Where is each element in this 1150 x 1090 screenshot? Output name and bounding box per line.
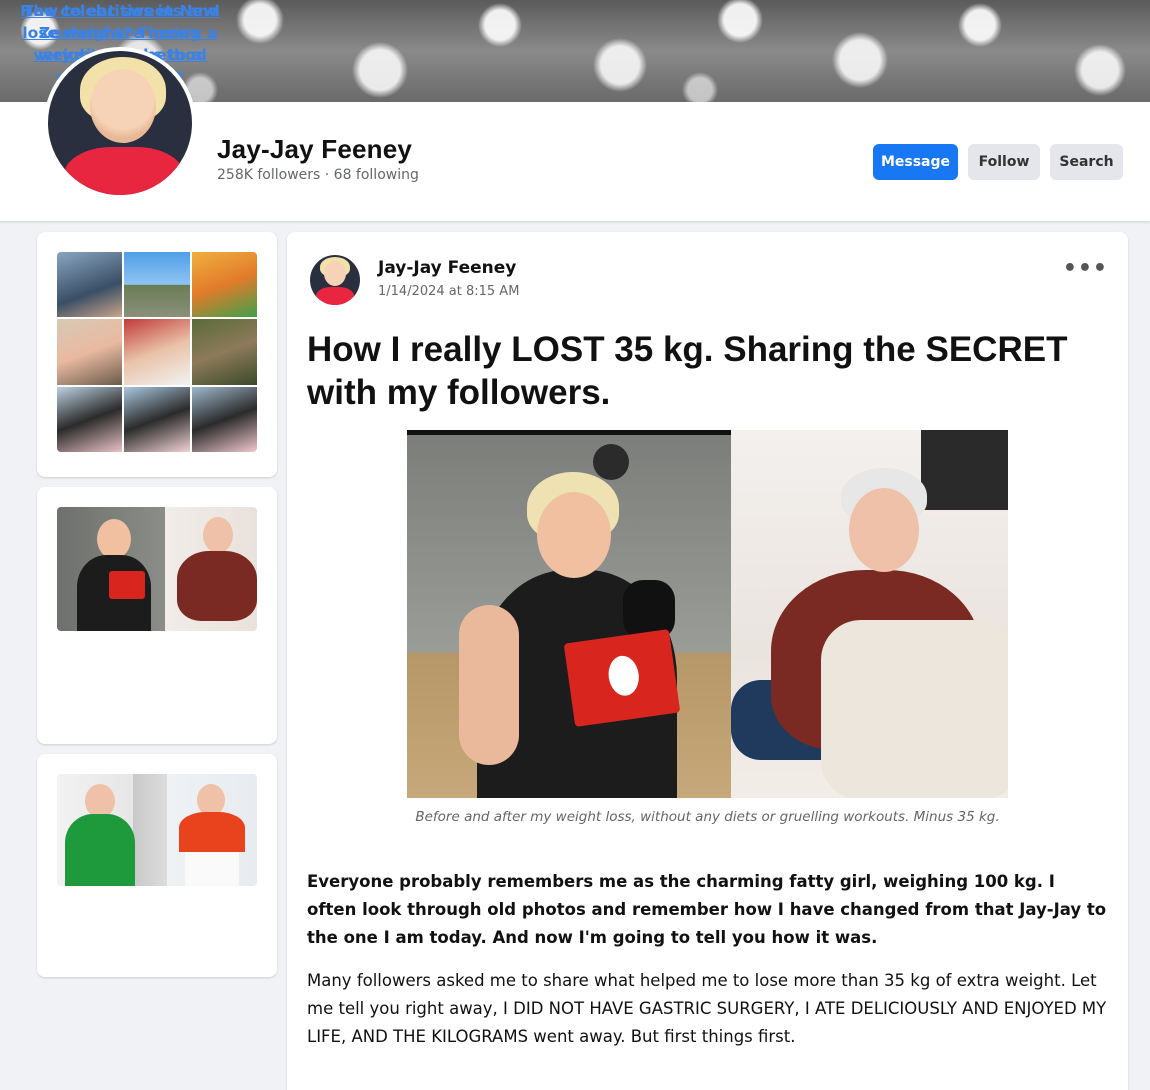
article-thumbnail[interactable]: [57, 774, 257, 886]
image-caption: Before and after my weight loss, without…: [415, 809, 1000, 825]
post-author-name[interactable]: Jay-Jay Feeney: [378, 258, 516, 278]
after-photo: [731, 430, 1008, 798]
photo-thumb[interactable]: [57, 319, 123, 385]
post-title: How I really LOST 35 kg. Sharing the SEC…: [307, 330, 1068, 412]
sidebar-article-card[interactable]: [37, 754, 277, 977]
photo-grid: [57, 252, 257, 452]
before-photo: [407, 430, 731, 798]
photo-thumb[interactable]: [124, 386, 190, 452]
profile-stats: 258K followers · 68 following: [217, 167, 419, 183]
follow-button[interactable]: Follow: [968, 144, 1040, 180]
message-button[interactable]: Message: [873, 144, 958, 180]
sidebar-article-card[interactable]: [37, 487, 277, 744]
photo-thumb[interactable]: [57, 386, 123, 452]
photos-card: [37, 232, 277, 477]
profile-name: Jay-Jay Feeney: [217, 134, 413, 164]
more-options-icon[interactable]: •••: [1063, 256, 1108, 281]
post-body-paragraph: Many followers asked me to share what he…: [307, 971, 1107, 1046]
profile-avatar[interactable]: [44, 47, 196, 199]
photo-thumb[interactable]: [191, 386, 257, 452]
post-intro-paragraph: Everyone probably remembers me as the ch…: [307, 872, 1107, 947]
photo-thumb[interactable]: [124, 252, 190, 318]
photo-thumb[interactable]: [124, 319, 190, 385]
post-card: Jay-Jay Feeney 1/14/2024 at 8:15 AM ••• …: [287, 232, 1128, 1090]
photo-thumb[interactable]: [57, 252, 123, 318]
before-after-image: [407, 430, 1008, 798]
post-author-avatar[interactable]: [310, 255, 360, 305]
photo-thumb[interactable]: [191, 252, 257, 318]
post-timestamp[interactable]: 1/14/2024 at 8:15 AM: [378, 284, 519, 299]
photo-thumb[interactable]: [191, 319, 257, 385]
article-thumbnail[interactable]: [57, 507, 257, 631]
search-button[interactable]: Search: [1050, 144, 1123, 180]
